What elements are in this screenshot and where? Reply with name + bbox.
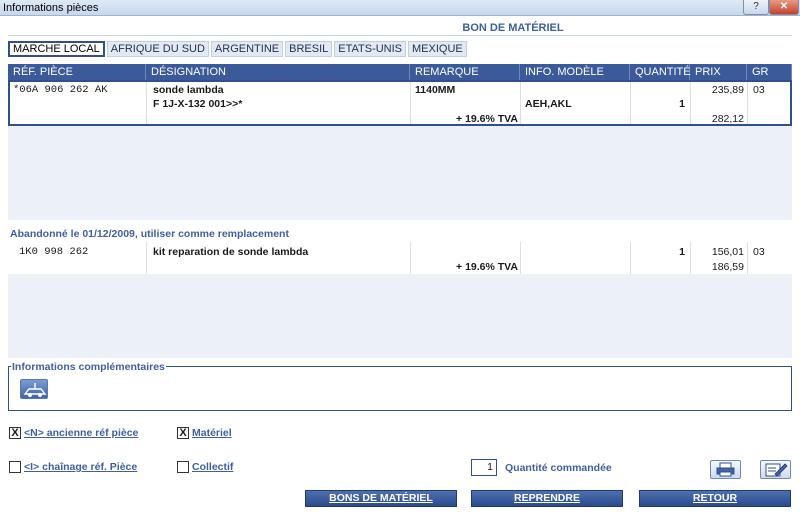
replacement-notice: Abandonné le 01/12/2009, utiliser comme … [10, 228, 289, 240]
quantity-input[interactable]: 1 [471, 459, 497, 476]
market-tabs: MARCHE LOCAL AFRIQUE DU SUD ARGENTINE BR… [8, 41, 467, 57]
edit-button[interactable] [760, 460, 791, 479]
header-info-modele[interactable]: INFO. MODÈLE [520, 64, 630, 80]
vehicle-info-button[interactable] [20, 379, 48, 399]
info-complementaires-legend: Informations complémentaires [11, 361, 166, 373]
cell-divider [747, 242, 748, 274]
part-gr: 03 [753, 84, 765, 96]
tab-afrique-du-sud[interactable]: AFRIQUE DU SUD [106, 41, 209, 57]
tab-argentine[interactable]: ARGENTINE [210, 41, 284, 57]
retour-button[interactable]: RETOUR [639, 490, 791, 507]
ancienne-ref-label[interactable]: <N> ancienne réf pièce [24, 427, 138, 439]
part-quantite: 1 [679, 98, 685, 110]
part-reference: *06A 906 262 AK [13, 84, 108, 96]
header-quantite[interactable]: QUANTITÉ [630, 64, 691, 80]
retour-label: RETOUR [692, 492, 738, 504]
bons-de-materiel-button[interactable]: BONS DE MATÉRIEL [305, 490, 457, 507]
replacement-quantite: 1 [679, 246, 685, 258]
reprendre-button[interactable]: REPRENDRE [471, 490, 623, 507]
part-prix-ttc: 282,12 [711, 113, 744, 125]
bons-de-materiel-label: BONS DE MATÉRIEL [329, 492, 433, 504]
info-complementaires-box: Informations complémentaires [8, 361, 792, 411]
replacement-gr: 03 [753, 246, 765, 258]
tab-mexique[interactable]: MEXIQUE [408, 41, 467, 57]
window-titlebar: Informations pièces ? ✕ [0, 0, 800, 16]
reprendre-label: REPRENDRE [514, 492, 580, 504]
header-prix[interactable]: PRIX [690, 64, 747, 80]
chainage-checkbox[interactable] [9, 461, 21, 473]
edit-document-icon [765, 463, 788, 477]
replacement-reference: 1K0 998 262 [19, 246, 89, 258]
cell-divider [630, 242, 631, 274]
collectif-label[interactable]: Collectif [192, 461, 233, 473]
printer-icon [716, 462, 735, 477]
header-gr[interactable]: GR [747, 64, 792, 80]
header-designation[interactable]: DÉSIGNATION [146, 64, 410, 80]
replacement-designation: kit reparation de sonde lambda [153, 246, 309, 258]
table-header: RÉF. PIÈCE DÉSIGNATION REMARQUE INFO. MO… [8, 64, 792, 80]
cell-divider [747, 82, 748, 124]
part-designation: sonde lambda [153, 84, 224, 96]
table-empty-area [8, 126, 792, 220]
part-designation-code: F 1J-X-132 001>>* [153, 98, 243, 110]
collectif-checkbox[interactable] [177, 461, 189, 473]
cell-divider [520, 82, 521, 124]
ancienne-ref-checkbox[interactable]: X [9, 427, 21, 439]
tva-note: + 19.6% TVA [456, 113, 518, 125]
header-ref[interactable]: RÉF. PIÈCE [8, 64, 146, 80]
table-row[interactable]: 1K0 998 262 kit reparation de sonde lamb… [8, 242, 792, 274]
replacement-empty-area [8, 274, 792, 358]
cell-divider [520, 242, 521, 274]
cell-divider [146, 82, 147, 124]
window-title: Informations pièces [3, 2, 99, 14]
tab-etats-unis[interactable]: ETATS-UNIS [334, 41, 407, 57]
materiel-checkbox[interactable]: X [177, 427, 189, 439]
cell-divider [690, 242, 691, 274]
cell-divider [630, 82, 631, 124]
parts-table: RÉF. PIÈCE DÉSIGNATION REMARQUE INFO. MO… [8, 64, 792, 80]
replacement-prix-ttc: 186,59 [711, 261, 744, 273]
quantity-label: Quantité commandée [505, 462, 612, 474]
materiel-label[interactable]: Matériel [192, 427, 232, 439]
tab-marche-local[interactable]: MARCHE LOCAL [8, 41, 105, 57]
sheet-title: BON DE MATÉRIEL [462, 22, 564, 34]
part-remarque: 1140MM [415, 84, 456, 96]
tva-note: + 19.6% TVA [456, 261, 518, 273]
table-row[interactable]: *06A 906 262 AK sonde lambda F 1J-X-132 … [8, 80, 792, 126]
cell-divider [410, 82, 411, 124]
vehicle-icon [23, 383, 47, 397]
part-prix: 235,89 [711, 84, 744, 96]
print-button[interactable] [710, 460, 741, 479]
close-button[interactable]: ✕ [769, 0, 799, 15]
header-remarque[interactable]: REMARQUE [410, 64, 520, 80]
cell-divider [146, 242, 147, 274]
tab-bresil[interactable]: BRESIL [285, 41, 333, 57]
cell-divider [410, 242, 411, 274]
replacement-prix: 156,01 [711, 246, 744, 258]
divider [8, 35, 792, 36]
help-button[interactable]: ? [743, 0, 769, 15]
cell-divider [690, 82, 691, 124]
part-info-modele: AEH,AKL [525, 98, 572, 110]
chainage-label[interactable]: <I> chaînage réf. Pièce [24, 461, 137, 473]
